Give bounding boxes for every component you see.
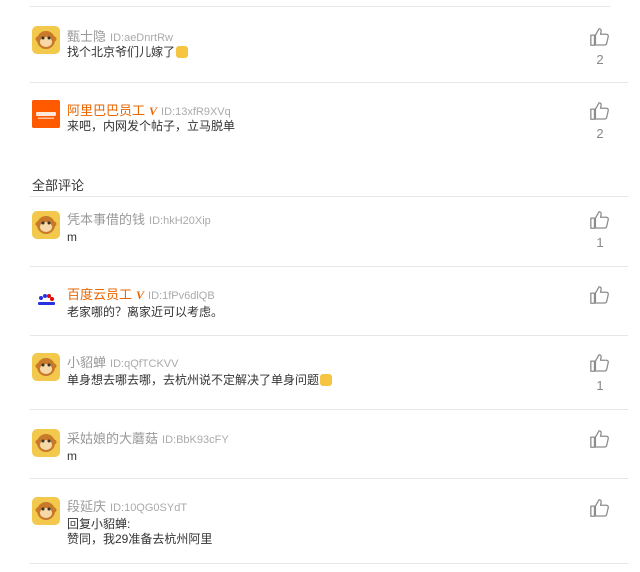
comment-item: 凭本事借的钱 ID:hkH20Xip m 1 <box>30 196 628 267</box>
user-name[interactable]: 凭本事借的钱 <box>67 212 145 227</box>
user-id: ID:13xfR9XVq <box>161 106 231 118</box>
user-name[interactable]: 小貂蝉 <box>67 355 106 370</box>
comment-text: 找个北京爷们儿嫁了 <box>67 45 176 59</box>
comment-item: 百度云员工 V ID:1fPv6dlQB 老家哪的？离家近可以考虑。 <box>30 266 628 336</box>
alibaba-logo-avatar[interactable] <box>32 100 60 128</box>
monkey-face-icon[interactable] <box>32 429 60 457</box>
featured-comment: 甄士隐 ID:aeDnrtRw 找个北京爷们儿嫁了 2 <box>30 8 628 83</box>
comment-text: 单身想去哪去哪，去杭州说不定解决了单身问题 <box>67 373 320 387</box>
user-id: ID:hkH20Xip <box>149 215 211 227</box>
like-button[interactable]: 1 <box>586 352 614 393</box>
user-id: ID:1fPv6dlQB <box>148 290 215 302</box>
like-count: 1 <box>596 378 604 393</box>
monkey-face-icon[interactable] <box>32 497 60 525</box>
monkey-face-icon[interactable] <box>32 353 60 381</box>
user-id: ID:qQfTCKVV <box>110 358 179 370</box>
comment-text-wrap: 单身想去哪去哪，去杭州说不定解决了单身问题 <box>67 372 333 389</box>
smile-emoji-icon <box>320 374 333 386</box>
thumbs-up-icon <box>590 28 609 46</box>
monkey-face-icon[interactable] <box>32 211 60 239</box>
featured-comment: 阿里巴巴员工 V ID:13xfR9XVq 来吧，内网发个帖子，立马脱单 2 <box>30 82 628 158</box>
comment-text: 老家哪的？离家近可以考虑。 <box>67 305 224 319</box>
like-button[interactable]: 2 <box>586 100 614 141</box>
like-button[interactable] <box>586 428 614 454</box>
verified-badge: V <box>149 104 158 118</box>
section-title: 全部评论 <box>32 178 85 193</box>
thumbs-up-icon <box>590 286 609 304</box>
like-button[interactable]: 1 <box>586 209 614 250</box>
comment-text: m <box>67 449 77 463</box>
thumbs-up-icon <box>590 499 609 517</box>
user-name[interactable]: 采姑娘的大蘑菇 <box>67 431 158 446</box>
user-name[interactable]: 阿里巴巴员工 <box>67 103 145 118</box>
thumbs-up-icon <box>590 354 609 372</box>
like-count: 2 <box>596 52 604 67</box>
comment-item: 采姑娘的大蘑菇 ID:BbK93cFY m <box>30 410 628 479</box>
comment-item: 小貂蝉 ID:qQfTCKVV 单身想去哪去哪，去杭州说不定解决了单身问题 1 <box>30 336 628 410</box>
comment-text: 赞同，我29准备去杭州阿里 <box>67 532 213 546</box>
smile-emoji-icon <box>176 46 189 58</box>
monkey-face-icon[interactable] <box>32 26 60 54</box>
like-button[interactable] <box>586 284 614 310</box>
like-button[interactable]: 2 <box>586 26 614 67</box>
like-button[interactable] <box>586 497 614 523</box>
thumbs-up-icon <box>590 430 609 448</box>
like-count: 1 <box>596 235 604 250</box>
comment-text-wrap: 找个北京爷们儿嫁了 <box>67 44 189 61</box>
user-name[interactable]: 甄士隐 <box>67 29 106 44</box>
user-id: ID:BbK93cFY <box>162 434 229 446</box>
like-count: 2 <box>596 126 604 141</box>
user-name[interactable]: 百度云员工 <box>67 287 132 302</box>
user-id: ID:10QG0SYdT <box>110 502 188 514</box>
user-id: ID:aeDnrtRw <box>110 32 173 44</box>
verified-badge: V <box>136 288 145 302</box>
thumbs-up-icon <box>590 102 609 120</box>
comment-text: 来吧，内网发个帖子，立马脱单 <box>67 119 236 133</box>
top-divider <box>30 6 610 7</box>
comment-item: 段延庆 ID:10QG0SYdT 回复小貂蝉: 赞同，我29准备去杭州阿里 <box>30 479 628 564</box>
thumbs-up-icon <box>590 211 609 229</box>
baidu-logo-avatar[interactable] <box>32 286 60 314</box>
comment-text: m <box>67 230 77 244</box>
user-name[interactable]: 段延庆 <box>67 499 106 514</box>
